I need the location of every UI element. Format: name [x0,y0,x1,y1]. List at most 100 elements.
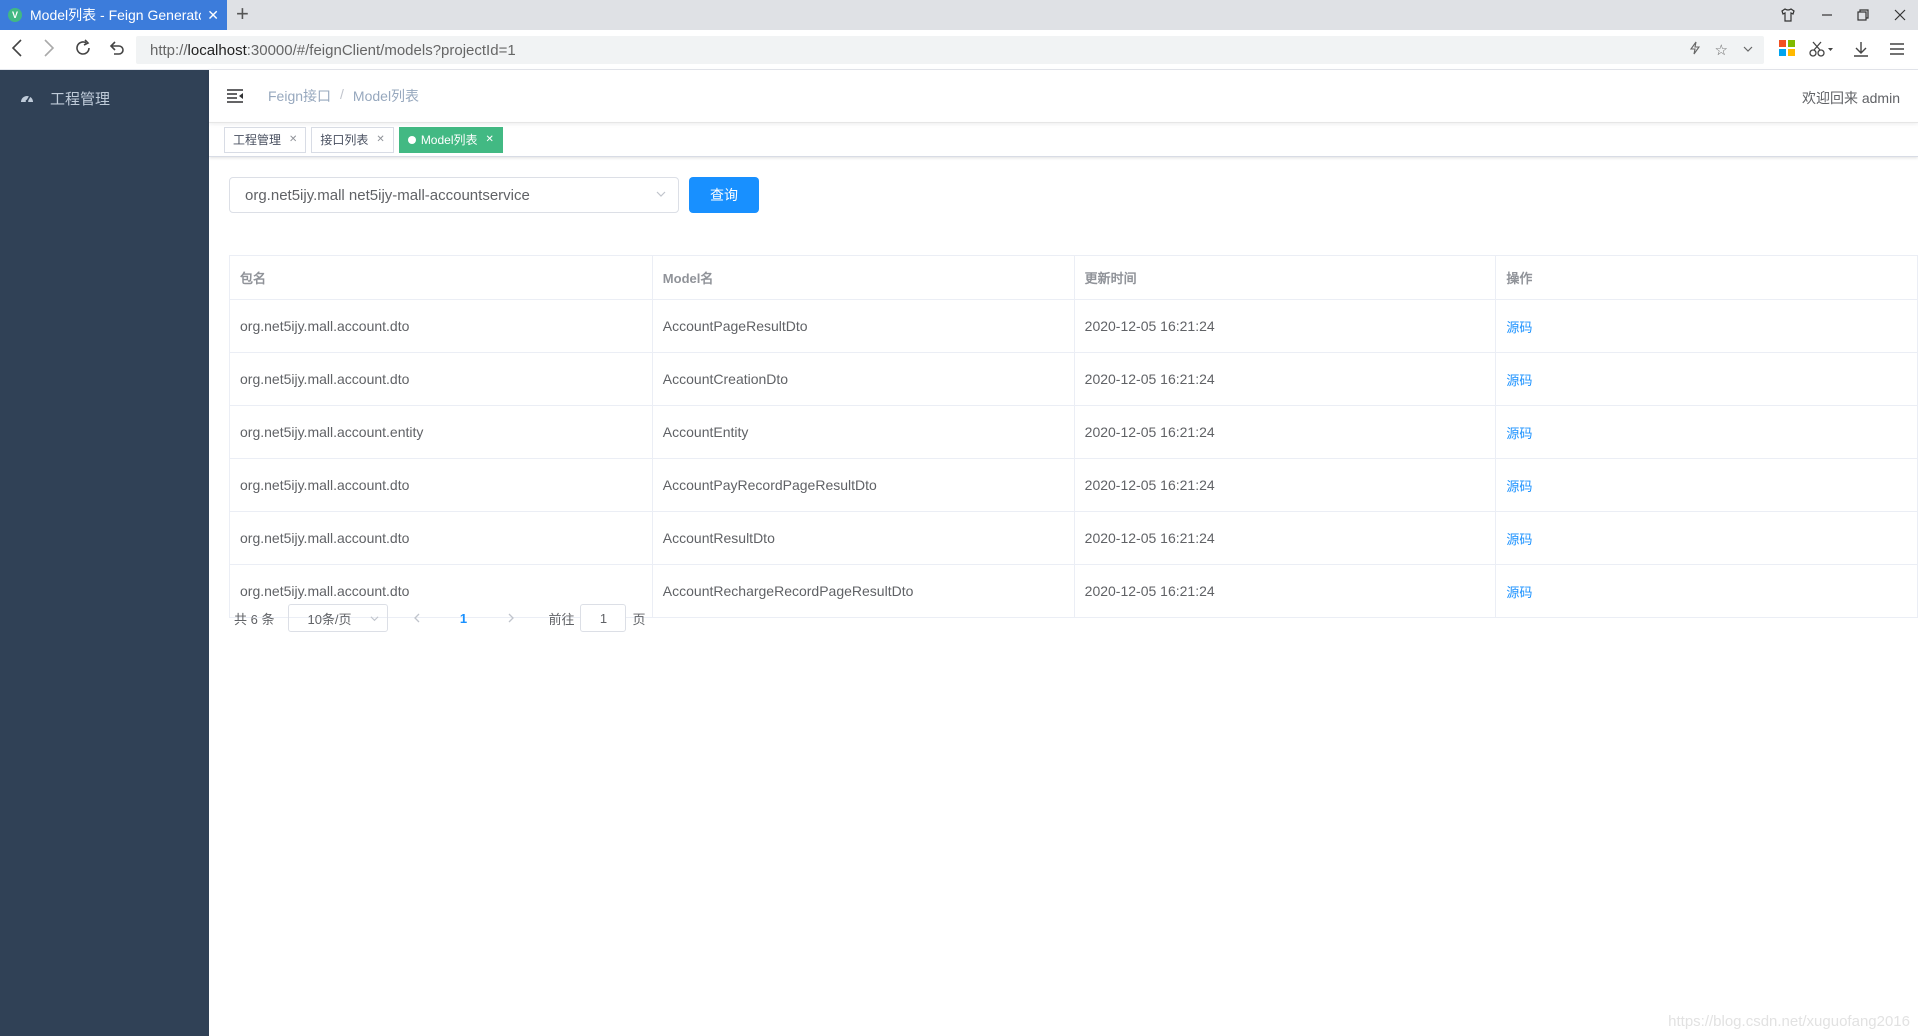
cell-package: org.net5ijy.mall.account.dto [229,352,653,406]
cell-updated: 2020-12-05 16:21:24 [1073,511,1497,565]
tag-label: 工程管理 [233,133,282,147]
cell-updated: 2020-12-05 16:21:24 [1073,405,1497,459]
header-package: 包名 [229,255,653,300]
url-prefix: http:// [150,41,188,59]
cell-model: AccountEntity [651,405,1075,459]
cell-updated: 2020-12-05 16:21:24 [1073,299,1497,353]
page-size-select[interactable]: 10条/页 [288,604,389,632]
model-table: 包名 Model名 更新时间 操作 org.net5ijy.mall.accou… [229,255,1918,618]
close-window-icon[interactable] [1893,0,1907,30]
goto-label: 前往 [548,611,575,627]
header-updated: 更新时间 [1073,255,1497,300]
chevron-down-icon [656,191,666,197]
content: org.net5ijy.mall net5ijy-mall-accountser… [209,157,1918,632]
close-icon[interactable]: ✕ [486,134,494,145]
table-row: org.net5ijy.mall.account.dto AccountCrea… [229,352,1918,406]
tag-label: 接口列表 [320,133,369,147]
undo-icon[interactable] [107,38,127,64]
new-tab-icon[interactable]: + [236,2,249,26]
download-icon[interactable] [1852,40,1870,62]
page-number[interactable]: 1 [448,604,478,632]
minimize-icon[interactable] [1820,0,1834,30]
source-link[interactable]: 源码 [1506,320,1532,335]
page-jumper: 前往 页 [548,604,646,632]
star-icon[interactable]: ☆ [1715,41,1728,59]
tag-label: Model列表 [420,133,478,147]
table-row: org.net5ijy.mall.account.dto AccountPayR… [229,458,1918,512]
breadcrumb-separator: / [340,86,344,102]
source-link[interactable]: 源码 [1506,479,1532,494]
browser-toolbar: http://localhost:30000/#/feignClient/mod… [0,30,1918,70]
tag-model-list[interactable]: Model列表 ✕ [398,126,503,153]
project-select[interactable]: org.net5ijy.mall net5ijy-mall-accountser… [229,177,679,213]
header-action: 操作 [1495,255,1918,300]
tag-project-management[interactable]: 工程管理 ✕ [224,126,307,153]
source-link[interactable]: 源码 [1506,373,1532,388]
dashboard-icon [21,95,33,103]
address-bar[interactable]: http://localhost:30000/#/feignClient/mod… [136,36,1764,64]
active-dot-icon [407,135,416,144]
vue-favicon-icon: V [8,8,22,22]
cell-package: org.net5ijy.mall.account.entity [229,405,653,459]
restore-icon[interactable] [1856,0,1870,30]
goto-page-input[interactable] [580,604,627,632]
table-row: org.net5ijy.mall.account.dto AccountResu… [229,511,1918,565]
chevron-right-icon [509,613,515,623]
sidebar: 工程管理 [0,70,209,1036]
cell-model: AccountCreationDto [651,352,1075,406]
tag-interface-list[interactable]: 接口列表 ✕ [311,126,394,153]
page-suffix: 页 [632,611,646,627]
filter-bar: org.net5ijy.mall net5ijy-mall-accountser… [229,177,1898,213]
lightning-icon[interactable] [1689,41,1701,59]
close-icon[interactable]: ✕ [376,134,384,145]
table-header-row: 包名 Model名 更新时间 操作 [229,255,1918,300]
shirt-skin-icon[interactable] [1780,0,1796,30]
next-page-button[interactable] [496,604,526,632]
back-icon[interactable] [10,38,24,64]
forward-icon[interactable] [42,38,56,64]
source-link[interactable]: 源码 [1506,585,1532,600]
chevron-down-icon[interactable] [1742,42,1754,59]
cell-model: AccountRechargeRecordPageResultDto [651,564,1075,618]
breadcrumb-item-feign[interactable]: Feign接口 [268,86,331,106]
menu-icon[interactable] [1888,40,1906,62]
sidebar-item-label: 工程管理 [50,90,111,108]
cell-action: 源码 [1495,405,1918,459]
cell-action: 源码 [1495,352,1918,406]
cell-model: AccountResultDto [651,511,1075,565]
close-tab-icon[interactable]: ✕ [207,7,219,24]
browser-tab[interactable]: V Model列表 - Feign Generator ✕ [0,0,227,30]
main-area: Feign接口 / Model列表 欢迎回来 admin 工程管理 ✕ 接口列表… [209,70,1918,1036]
query-button[interactable]: 查询 [689,177,759,213]
cell-package: org.net5ijy.mall.account.dto [229,299,653,353]
welcome-user[interactable]: 欢迎回来 admin [1802,88,1900,108]
cell-updated: 2020-12-05 16:21:24 [1073,352,1497,406]
url-host: localhost [187,41,247,59]
project-select-value: org.net5ijy.mall net5ijy-mall-accountser… [245,186,530,204]
breadcrumb-item-models: Model列表 [352,88,420,104]
watermark: https://blog.csdn.net/xuguofang2016 [1668,1013,1910,1030]
cell-package: org.net5ijy.mall.account.dto [229,511,653,565]
table-row: org.net5ijy.mall.account.dto AccountPage… [229,299,1918,353]
table-row: org.net5ijy.mall.account.entity AccountE… [229,405,1918,459]
reload-icon[interactable] [73,38,93,64]
cell-action: 源码 [1495,564,1918,618]
prev-page-button[interactable] [402,604,432,632]
close-icon[interactable]: ✕ [289,134,297,145]
tags-view: 工程管理 ✕ 接口列表 ✕ Model列表 ✕ [209,123,1918,157]
scissors-icon[interactable] [1808,40,1834,62]
microsoft-apps-icon[interactable] [1779,40,1795,56]
cell-model: AccountPageResultDto [651,299,1075,353]
pagination: 共 6 条 10条/页 1 前往 页 [234,604,646,632]
sidebar-item-project-management[interactable]: 工程管理 [0,70,209,126]
url-path: :30000/#/feignClient/models?projectId=1 [246,41,516,59]
cell-updated: 2020-12-05 16:21:24 [1073,458,1497,512]
page-size-value: 10条/页 [307,611,352,627]
source-link[interactable]: 源码 [1506,532,1532,547]
browser-tab-bar: V Model列表 - Feign Generator ✕ + [0,0,1918,30]
pagination-total: 共 6 条 [234,611,275,627]
source-link[interactable]: 源码 [1506,426,1532,441]
cell-action: 源码 [1495,511,1918,565]
breadcrumb: Feign接口 / Model列表 [268,86,419,106]
hamburger-fold-icon[interactable] [226,87,244,105]
